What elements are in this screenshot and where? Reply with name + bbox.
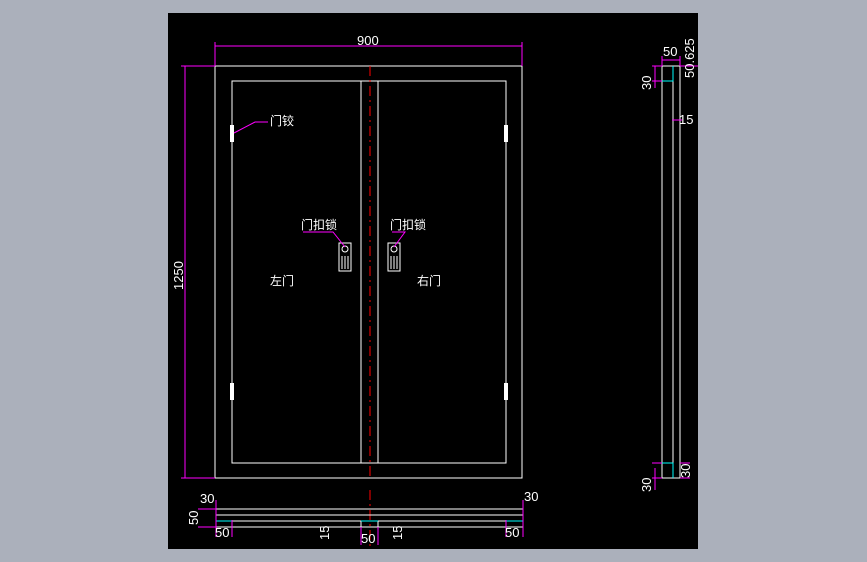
hinge-label: 门铰 xyxy=(270,113,294,128)
side-section-cyan xyxy=(662,66,674,478)
cad-drawing-canvas: 门铰 门扣锁 门扣锁 左门 右门 900 1250 30 50 50 15 50… xyxy=(168,13,698,549)
bottom-dim-30-right: 30 xyxy=(524,489,538,504)
bottom-dim-15-a: 15 xyxy=(317,526,332,540)
height-dimension xyxy=(181,65,215,479)
bottom-dim-30-left: 30 xyxy=(200,491,214,506)
height-dim-text: 1250 xyxy=(171,261,186,290)
bottom-dim-50-side: 50 xyxy=(186,511,201,525)
side-dim-15: 15 xyxy=(679,112,693,127)
lock-label-left: 门扣锁 xyxy=(301,217,337,232)
lock-left-icon xyxy=(338,242,352,272)
side-dim-30-bottom-a: 30 xyxy=(678,464,693,478)
right-door-label: 右门 xyxy=(417,273,441,288)
bottom-dim-50-right: 50 xyxy=(505,525,519,540)
bottom-dim-15-b: 15 xyxy=(390,526,405,540)
width-dim-text: 900 xyxy=(357,33,379,48)
side-dim-30-top: 30 xyxy=(639,76,654,90)
inner-frame xyxy=(231,80,507,464)
bottom-dim-50-left: 50 xyxy=(215,525,229,540)
bottom-dim-50-center: 50 xyxy=(361,531,375,546)
side-section xyxy=(661,65,681,479)
outer-frame xyxy=(214,65,523,479)
side-dim-50-top: 50 xyxy=(663,44,677,59)
lock-label-right: 门扣锁 xyxy=(390,217,426,232)
hinge-icons xyxy=(230,125,508,400)
side-dim-30-bottom-b: 30 xyxy=(639,478,654,492)
left-door-label: 左门 xyxy=(270,273,294,288)
lock-right-icon xyxy=(387,242,401,272)
door-drawing: 门铰 门扣锁 门扣锁 左门 右门 900 1250 30 50 50 15 50… xyxy=(171,33,698,548)
side-dim-50625: 50.625 xyxy=(682,38,697,78)
